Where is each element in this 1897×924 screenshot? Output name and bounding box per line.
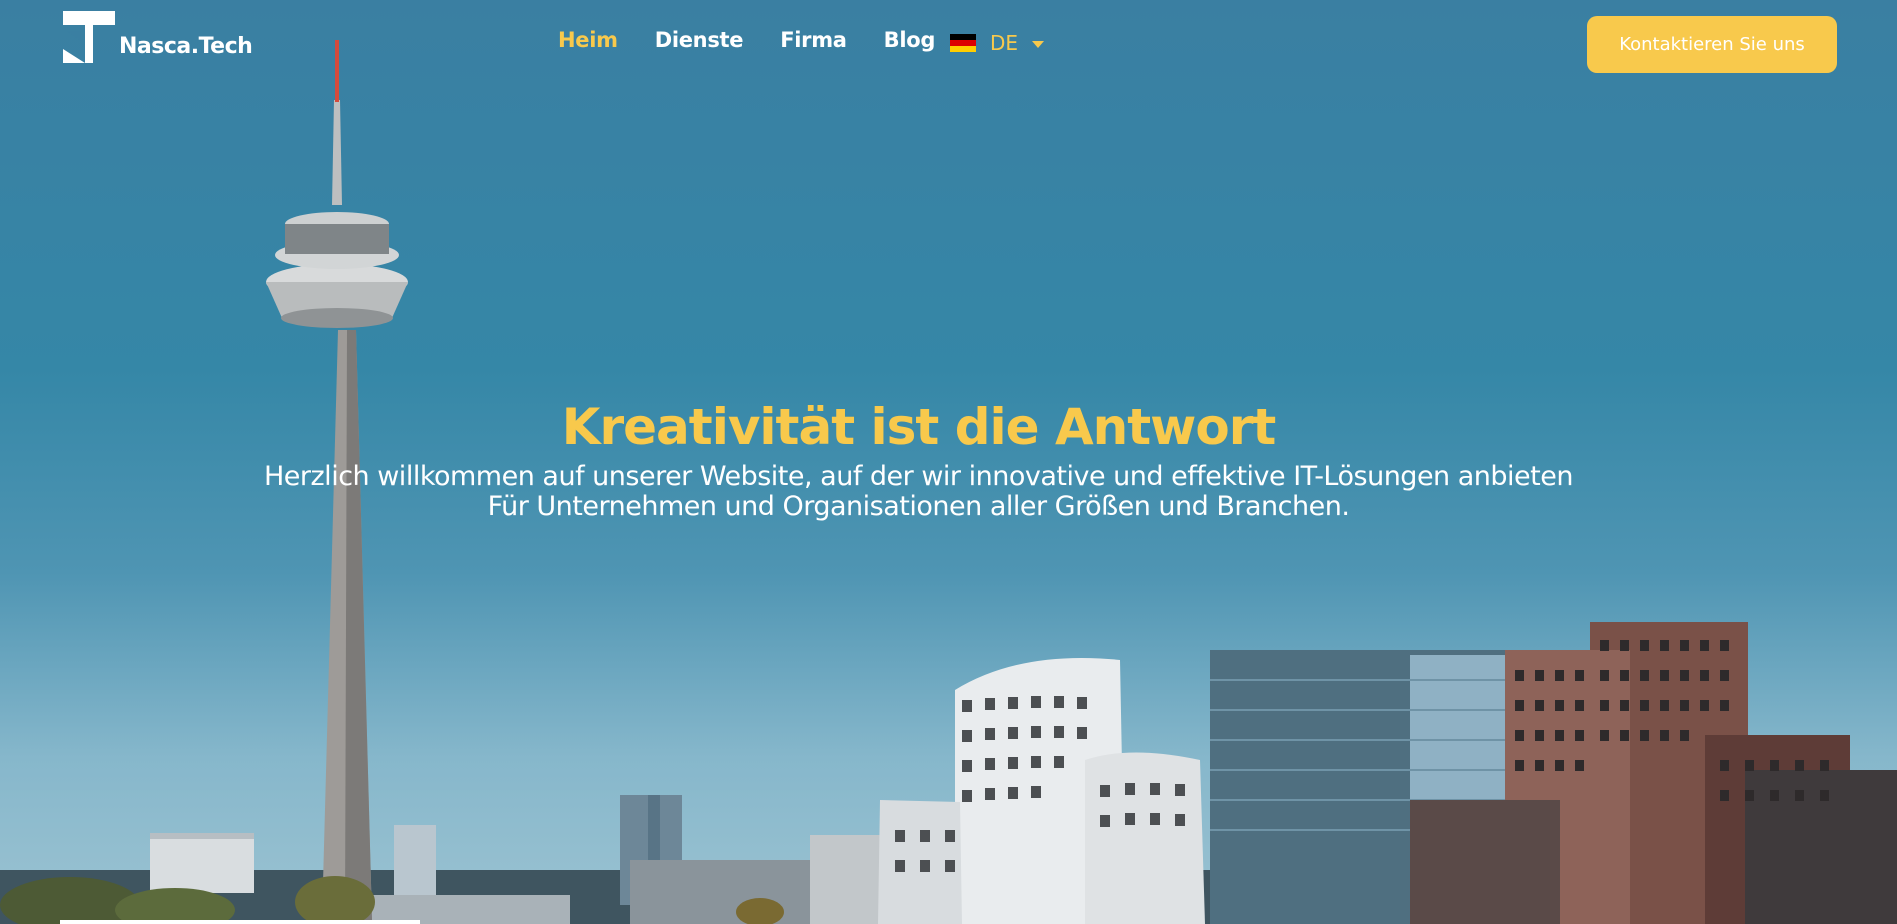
hero-headline: Kreativität ist die Antwort bbox=[561, 398, 1277, 456]
nav-item-heim[interactable]: Heim bbox=[558, 28, 618, 52]
germany-flag-icon bbox=[950, 34, 976, 52]
brand-name: Nasca.Tech bbox=[119, 34, 253, 59]
main-nav: Heim Dienste Firma Blog bbox=[558, 28, 972, 52]
contact-us-button[interactable]: Kontaktieren Sie uns bbox=[1587, 16, 1837, 73]
caret-down-icon bbox=[1032, 40, 1045, 48]
language-switcher[interactable]: DE bbox=[950, 31, 1045, 55]
bottom-divider bbox=[60, 920, 420, 924]
nav-item-blog[interactable]: Blog bbox=[884, 28, 936, 52]
hero-tagline-line-2: Für Unternehmen und Organisationen aller… bbox=[487, 491, 1350, 522]
nav-item-firma[interactable]: Firma bbox=[780, 28, 847, 52]
language-code: DE bbox=[990, 31, 1019, 55]
hero-section: Nasca.Tech Heim Dienste Firma Blog DE Ko… bbox=[0, 0, 1897, 924]
nav-item-dienste[interactable]: Dienste bbox=[655, 28, 744, 52]
hero-tagline-line-1: Herzlich willkommen auf unserer Website,… bbox=[264, 461, 1573, 492]
hero-tagline: Herzlich willkommen auf unserer Website,… bbox=[0, 462, 1837, 522]
brand-logo[interactable]: Nasca.Tech bbox=[63, 11, 253, 63]
logo-mark-icon bbox=[63, 11, 115, 63]
